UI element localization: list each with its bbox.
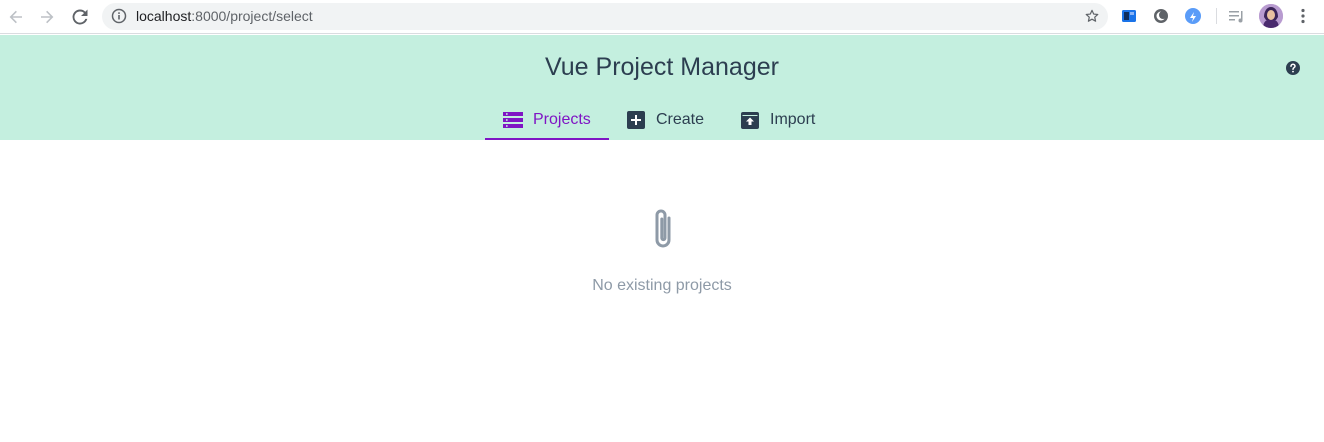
help-icon[interactable] — [1285, 60, 1301, 76]
toolbar-divider — [1216, 8, 1217, 24]
forward-button[interactable] — [35, 5, 59, 29]
tab-label: Projects — [533, 110, 591, 128]
star-icon[interactable] — [1084, 8, 1100, 24]
tab-projects[interactable]: Projects — [485, 99, 609, 140]
empty-state: No existing projects — [0, 204, 1324, 296]
extension-icon[interactable] — [1151, 6, 1171, 26]
paperclip-icon — [655, 209, 670, 248]
dark-mode-icon — [1154, 9, 1168, 23]
extension-blue-icon — [1122, 10, 1136, 22]
info-icon[interactable] — [111, 8, 127, 24]
arrow-left-icon — [9, 10, 22, 24]
media-control-button[interactable] — [1227, 6, 1247, 26]
extension-icon[interactable] — [1183, 6, 1203, 26]
reload-icon — [72, 9, 88, 25]
kebab-menu-icon — [1301, 8, 1305, 24]
tab-label: Import — [770, 110, 816, 128]
tab-label: Create — [655, 110, 704, 128]
vue-devtools-icon — [1185, 8, 1201, 24]
back-button[interactable] — [4, 5, 28, 29]
app-header: Vue Project Manager Projects Create Impo… — [0, 35, 1324, 140]
profile-avatar-icon — [1259, 4, 1283, 28]
url-text[interactable]: localhost:8000/project/select — [136, 8, 313, 25]
browser-menu-button[interactable] — [1293, 6, 1313, 26]
unarchive-icon — [740, 110, 760, 130]
tab-create[interactable]: Create — [609, 99, 722, 140]
browser-toolbar: localhost:8000/project/select — [0, 0, 1324, 34]
main-tabs: Projects Create Import — [485, 99, 836, 140]
empty-message: No existing projects — [592, 277, 732, 294]
list-icon — [503, 110, 523, 130]
tab-import[interactable]: Import — [722, 99, 836, 140]
address-bar[interactable]: localhost:8000/project/select — [102, 3, 1108, 30]
arrow-right-icon — [41, 10, 54, 24]
reload-button[interactable] — [68, 5, 92, 29]
page-title: Vue Project Manager — [545, 53, 779, 81]
avatar[interactable] — [1259, 4, 1283, 28]
url-path: :8000/project/select — [191, 8, 313, 24]
queue-music-icon — [1229, 11, 1243, 23]
extension-icon[interactable] — [1119, 6, 1139, 26]
url-host: localhost — [136, 8, 192, 24]
plus-box-icon — [627, 110, 646, 130]
